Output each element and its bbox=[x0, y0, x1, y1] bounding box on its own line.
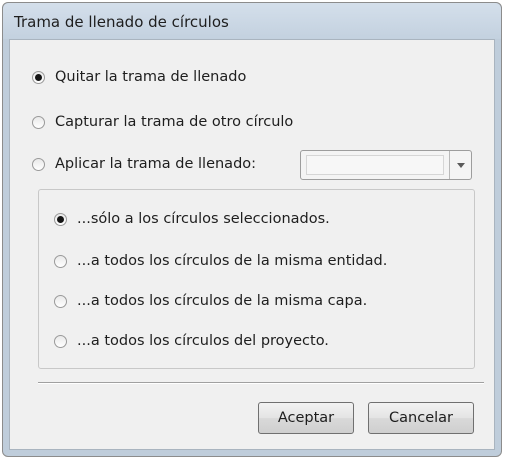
pattern-dropdown-value[interactable] bbox=[306, 155, 444, 175]
accept-button[interactable]: Aceptar bbox=[258, 402, 354, 434]
radio-button[interactable] bbox=[32, 115, 45, 129]
radio-button[interactable] bbox=[32, 70, 45, 84]
radio-scope-entity[interactable]: ...a todos los círculos de la misma enti… bbox=[54, 253, 387, 269]
radio-button[interactable] bbox=[54, 254, 67, 268]
radio-button[interactable] bbox=[54, 334, 67, 348]
radio-label: ...a todos los círculos de la misma enti… bbox=[77, 253, 388, 269]
radio-capture-pattern[interactable]: Capturar la trama de otro círculo bbox=[32, 114, 293, 130]
radio-label: ...sólo a los círculos seleccionados. bbox=[77, 211, 330, 227]
pattern-dropdown[interactable] bbox=[300, 150, 472, 180]
radio-apply-pattern[interactable]: Aplicar la trama de llenado: bbox=[32, 156, 256, 172]
radio-button[interactable] bbox=[32, 157, 45, 171]
window-title: Trama de llenado de círculos bbox=[14, 13, 229, 31]
radio-scope-layer[interactable]: ...a todos los círculos de la misma capa… bbox=[54, 293, 367, 309]
chevron-down-icon bbox=[456, 162, 465, 168]
dialog-window: Trama de llenado de círculos Quitar la t… bbox=[2, 2, 502, 457]
radio-label: ...a todos los círculos del proyecto. bbox=[77, 333, 329, 349]
radio-button[interactable] bbox=[54, 212, 67, 226]
title-bar[interactable]: Trama de llenado de círculos bbox=[3, 3, 501, 39]
separator bbox=[38, 382, 484, 384]
radio-scope-project[interactable]: ...a todos los círculos del proyecto. bbox=[54, 333, 329, 349]
radio-label: Capturar la trama de otro círculo bbox=[55, 114, 294, 130]
radio-label: ...a todos los círculos de la misma capa… bbox=[77, 293, 368, 309]
radio-scope-selected[interactable]: ...sólo a los círculos seleccionados. bbox=[54, 211, 330, 227]
radio-button[interactable] bbox=[54, 294, 67, 308]
radio-label: Quitar la trama de llenado bbox=[55, 69, 247, 85]
cancel-button[interactable]: Cancelar bbox=[368, 402, 474, 434]
dialog-content: Quitar la trama de llenado Capturar la t… bbox=[9, 39, 495, 450]
dropdown-button[interactable] bbox=[449, 151, 471, 179]
radio-label: Aplicar la trama de llenado: bbox=[55, 156, 257, 172]
radio-remove-pattern[interactable]: Quitar la trama de llenado bbox=[32, 69, 246, 85]
